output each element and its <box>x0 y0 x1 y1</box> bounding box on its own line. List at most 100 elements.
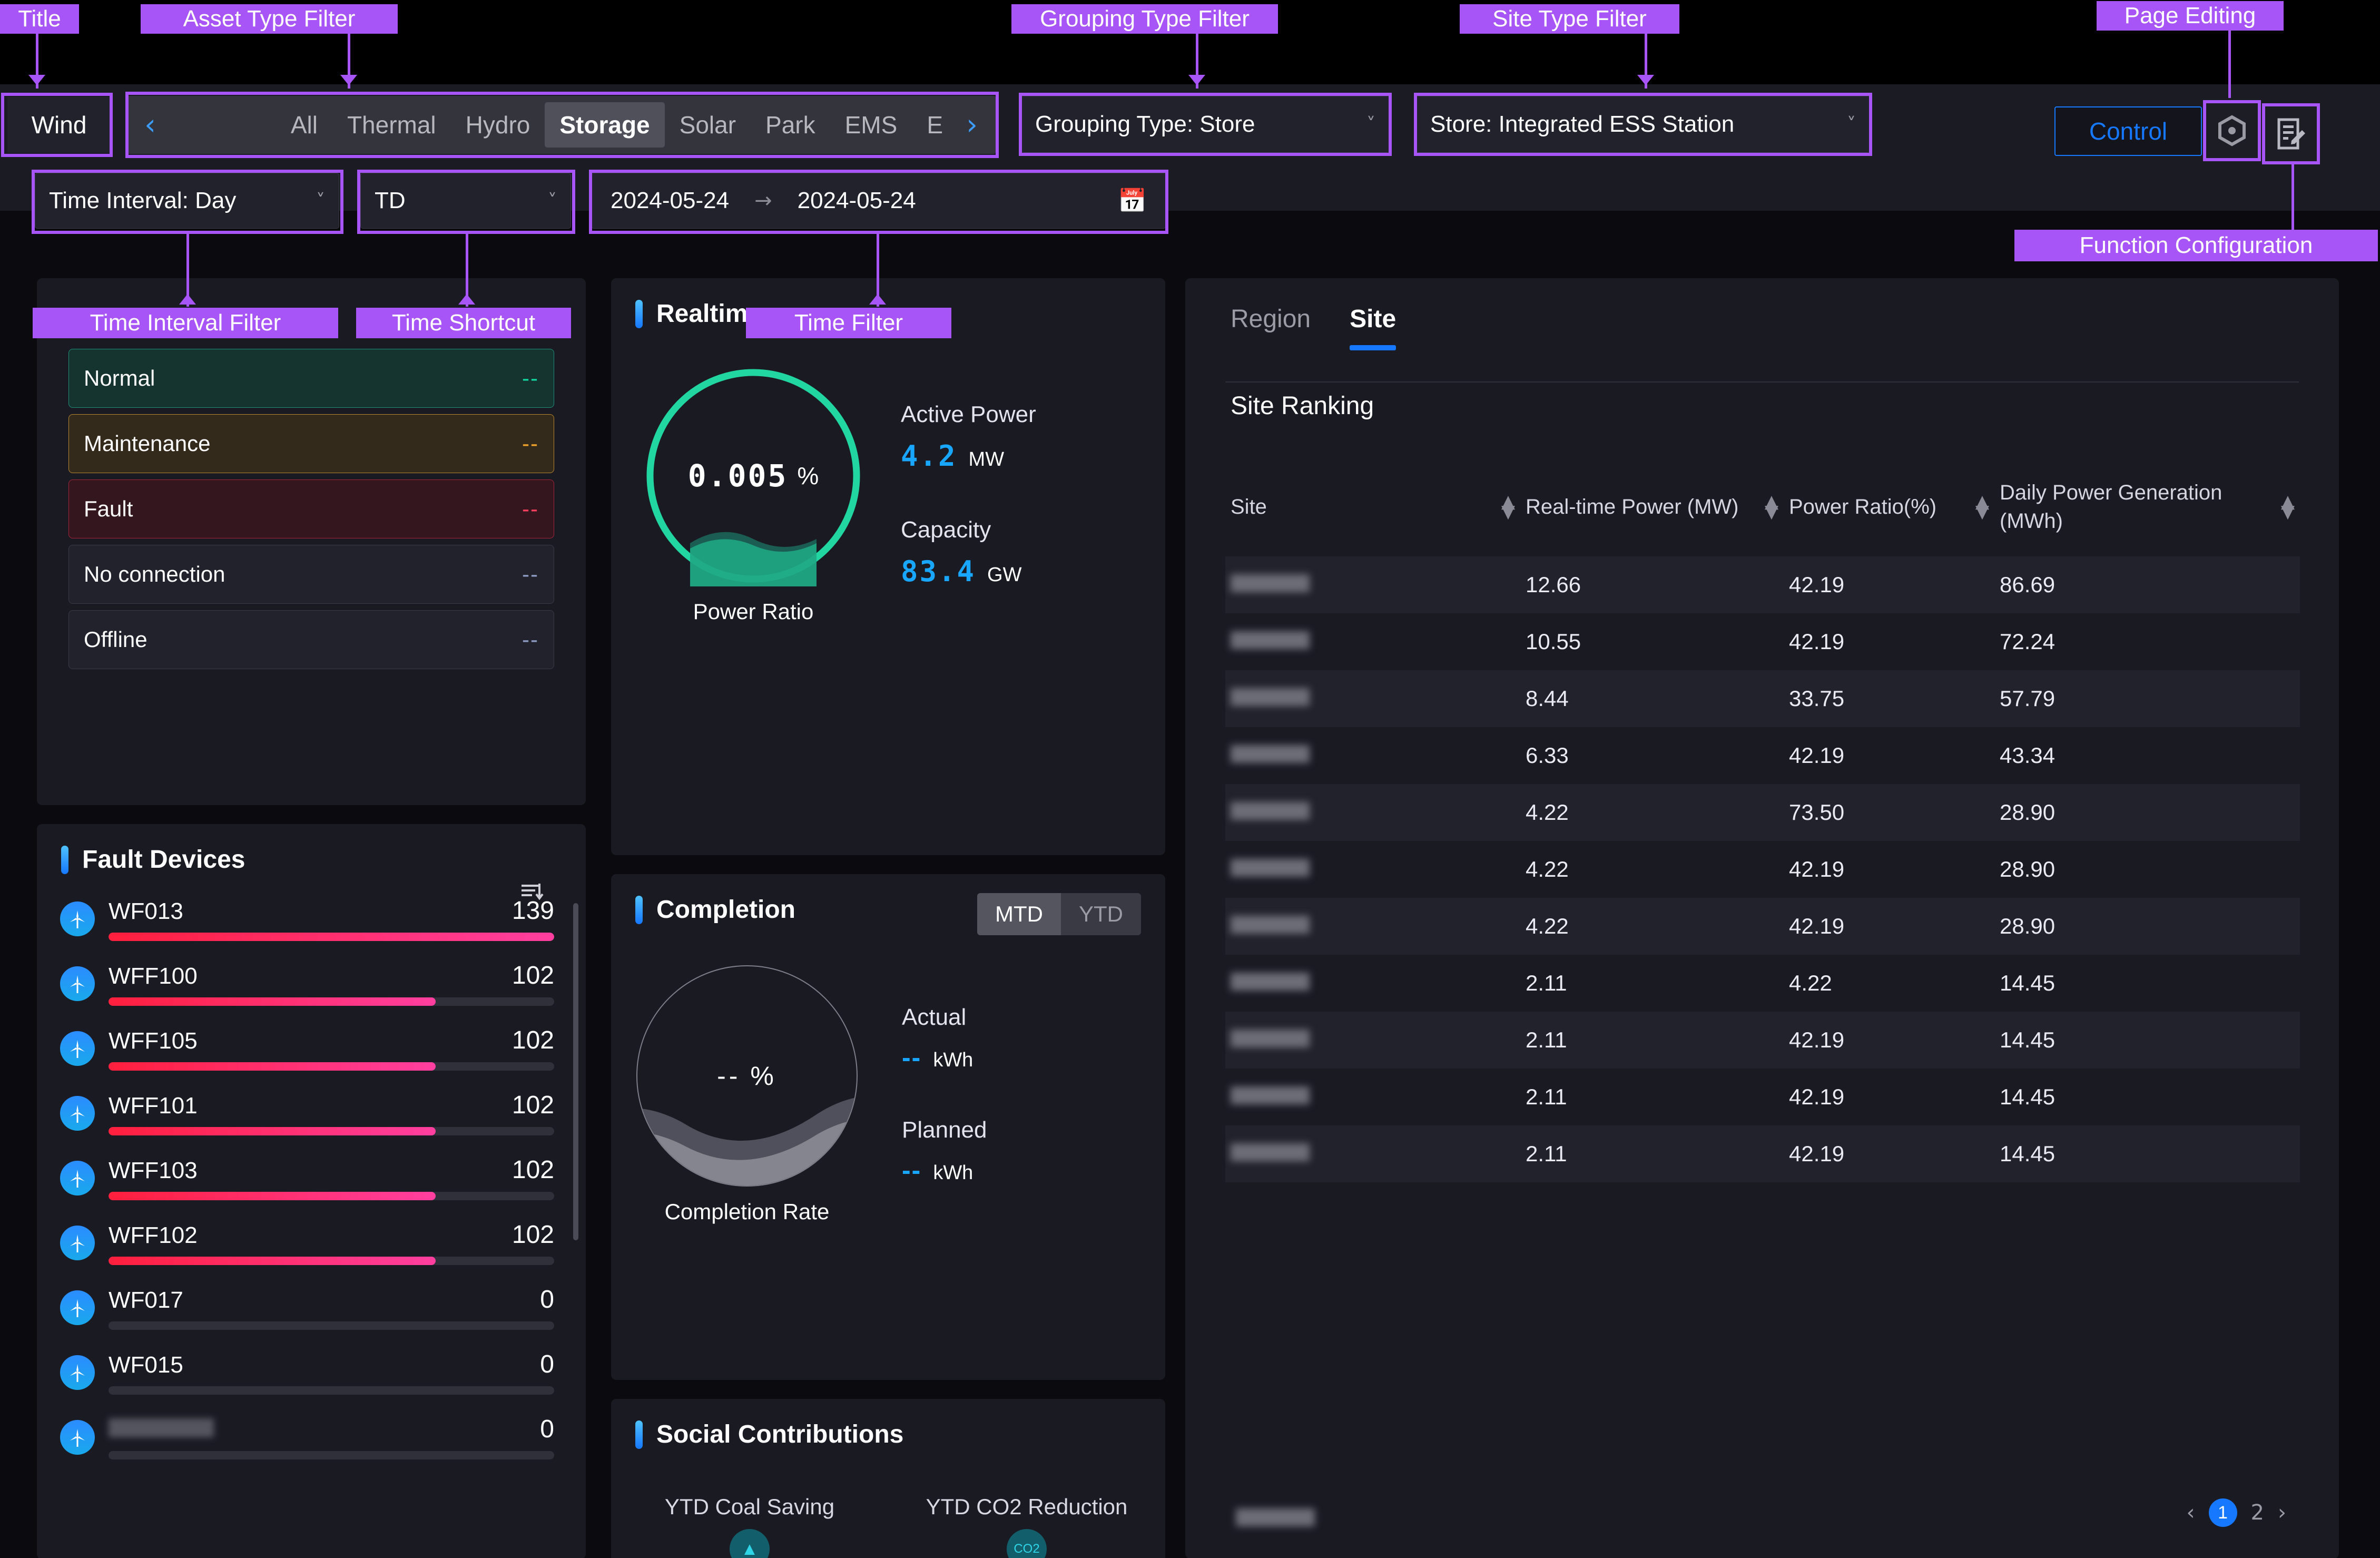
sort-descending-icon[interactable] <box>520 881 545 912</box>
cell-power-ratio: 42.19 <box>1784 1012 1994 1069</box>
fault-device-row[interactable]: WF013139 <box>60 896 554 941</box>
completion-period-toggle[interactable]: MTD YTD <box>977 893 1141 935</box>
completion-unit: % <box>750 1061 776 1091</box>
stat-label: Active Power <box>901 401 1036 428</box>
completion-body: -- % Completion Rate Actual <box>611 924 1165 1224</box>
pagination-page-1[interactable]: 1 <box>2209 1498 2237 1527</box>
fault-device-row[interactable]: WFF105102 <box>60 1026 554 1071</box>
annotation-label-text: Title <box>18 6 61 32</box>
highlight-page-editing <box>2203 100 2261 161</box>
device-fault-count: 0 <box>540 1350 554 1379</box>
co2-icon: CO2 <box>1007 1529 1047 1558</box>
table-row[interactable]: 4.2242.1928.90 <box>1225 841 2300 898</box>
table-row[interactable]: 10.5542.1972.24 <box>1225 613 2300 670</box>
wind-turbine-icon <box>60 902 95 936</box>
social-header: Social Contributions <box>611 1399 1165 1449</box>
col-header-site[interactable]: Site ▲▼ <box>1225 478 1520 556</box>
fault-devices-title: Fault Devices <box>82 845 245 874</box>
fault-device-top: WFF101102 <box>109 1091 554 1120</box>
fault-device-top: WFF100102 <box>109 961 554 990</box>
status-value: -- <box>522 627 539 652</box>
fault-progress-track <box>109 1257 554 1265</box>
fault-device-top: WFF105102 <box>109 1026 554 1055</box>
site-name-redacted <box>1231 973 1310 991</box>
fault-device-row[interactable]: WF0170 <box>60 1285 554 1330</box>
table-row[interactable]: 6.3342.1943.34 <box>1225 727 2300 784</box>
fault-device-row[interactable]: WFF103102 <box>60 1155 554 1200</box>
fault-device-row[interactable]: WFF101102 <box>60 1091 554 1135</box>
site-name-redacted <box>1231 802 1310 820</box>
tab-region[interactable]: Region <box>1231 305 1311 348</box>
fault-device-row[interactable]: WFF100102 <box>60 961 554 1006</box>
col-header-daily-generation[interactable]: Daily Power Generation (MWh) ▲▼ <box>1994 478 2300 556</box>
status-item-no-connection[interactable]: No connection -- <box>68 545 554 604</box>
table-row[interactable]: 4.2273.5028.90 <box>1225 784 2300 841</box>
site-name-redacted <box>1231 1086 1310 1104</box>
pagination[interactable]: ‹ 1 2 › <box>2187 1498 2286 1527</box>
stat-value: -- <box>902 1155 921 1185</box>
sort-toggle-icon[interactable]: ▲▼ <box>1501 497 1515 516</box>
status-item-maintenance[interactable]: Maintenance -- <box>68 414 554 473</box>
device-name: WF015 <box>109 1352 183 1378</box>
middle-column: Realtime 0.005 % <box>611 278 1165 1558</box>
status-value: -- <box>522 496 539 522</box>
fault-devices-header: Fault Devices <box>37 824 586 874</box>
fault-device-body: WFF100102 <box>109 961 554 1006</box>
control-button[interactable]: Control <box>2054 106 2202 156</box>
fault-device-top: WFF102102 <box>109 1220 554 1249</box>
realtime-body: 0.005 % Power Ratio Active Power 4.2 MW <box>611 328 1165 624</box>
ranking-tabs[interactable]: Region Site <box>1185 278 2339 348</box>
cell-daily-generation: 43.34 <box>1994 727 2300 784</box>
cell-realtime-power: 6.33 <box>1520 727 1784 784</box>
wind-turbine-icon-svg <box>67 908 88 929</box>
fault-device-row[interactable]: WF015 0 <box>60 1350 554 1395</box>
table-row[interactable]: 2.1142.1914.45 <box>1225 1012 2300 1069</box>
power-ratio-gauge-wrap: 0.005 % Power Ratio <box>643 365 864 624</box>
pagination-prev[interactable]: ‹ <box>2187 1501 2195 1525</box>
cell-power-ratio: 42.19 <box>1784 1069 1994 1125</box>
sort-toggle-icon[interactable]: ▲▼ <box>1975 497 1989 516</box>
sort-toggle-icon[interactable]: ▲▼ <box>1765 497 1778 516</box>
status-label: No connection <box>84 562 225 587</box>
table-row[interactable]: 2.1142.1914.45 <box>1225 1125 2300 1182</box>
table-row[interactable]: 2.1142.1914.45 <box>1225 1069 2300 1125</box>
status-item-offline[interactable]: Offline -- <box>68 610 554 669</box>
status-item-normal[interactable]: Normal -- <box>68 349 554 408</box>
fault-devices-scrollbar[interactable] <box>573 903 578 1240</box>
site-name-redacted <box>1231 688 1310 706</box>
tip-asset <box>340 75 357 85</box>
device-name: WF017 <box>109 1287 183 1314</box>
toggle-option-mtd[interactable]: MTD <box>977 893 1061 935</box>
annotation-label: Time Interval Filter <box>33 308 338 338</box>
table-row[interactable]: 2.114.2214.45 <box>1225 955 2300 1012</box>
status-label: Maintenance <box>84 431 211 456</box>
col-header-realtime-power[interactable]: Real-time Power (MW) ▲▼ <box>1520 478 1784 556</box>
status-label: Fault <box>84 496 133 522</box>
tab-site[interactable]: Site <box>1350 305 1396 348</box>
device-name: WFF103 <box>109 1158 198 1184</box>
fault-device-body: WF0170 <box>109 1285 554 1330</box>
annotation-label: Time Filter <box>746 308 951 338</box>
table-body: 12.6642.1986.6910.5542.1972.248.4433.755… <box>1225 556 2300 1182</box>
cell-power-ratio: 42.19 <box>1784 556 1994 613</box>
pagination-page-2[interactable]: 2 <box>2251 1501 2264 1525</box>
fault-progress-fill <box>109 1257 436 1265</box>
fault-device-row[interactable]: WFF102102 <box>60 1220 554 1265</box>
cell-site <box>1225 613 1520 670</box>
stat-active-power: Active Power 4.2 MW <box>901 401 1036 473</box>
table-row[interactable]: 8.4433.7557.79 <box>1225 670 2300 727</box>
stat-unit: MW <box>969 448 1005 471</box>
status-item-fault[interactable]: Fault -- <box>68 479 554 538</box>
fault-device-row[interactable]: 0 <box>60 1415 554 1459</box>
status-value: -- <box>522 562 539 587</box>
annotation-label-text: Site Type Filter <box>1492 6 1647 32</box>
table-row[interactable]: 4.2242.1928.90 <box>1225 898 2300 955</box>
toggle-option-ytd[interactable]: YTD <box>1061 893 1141 935</box>
table-row[interactable]: 12.6642.1986.69 <box>1225 556 2300 613</box>
pagination-next[interactable]: › <box>2278 1501 2286 1525</box>
sort-toggle-icon[interactable]: ▲▼ <box>2281 497 2295 516</box>
col-header-power-ratio[interactable]: Power Ratio(%) ▲▼ <box>1784 478 1994 556</box>
cell-power-ratio: 42.19 <box>1784 898 1994 955</box>
status-label: Normal <box>84 366 155 391</box>
fault-progress-track <box>109 997 554 1006</box>
